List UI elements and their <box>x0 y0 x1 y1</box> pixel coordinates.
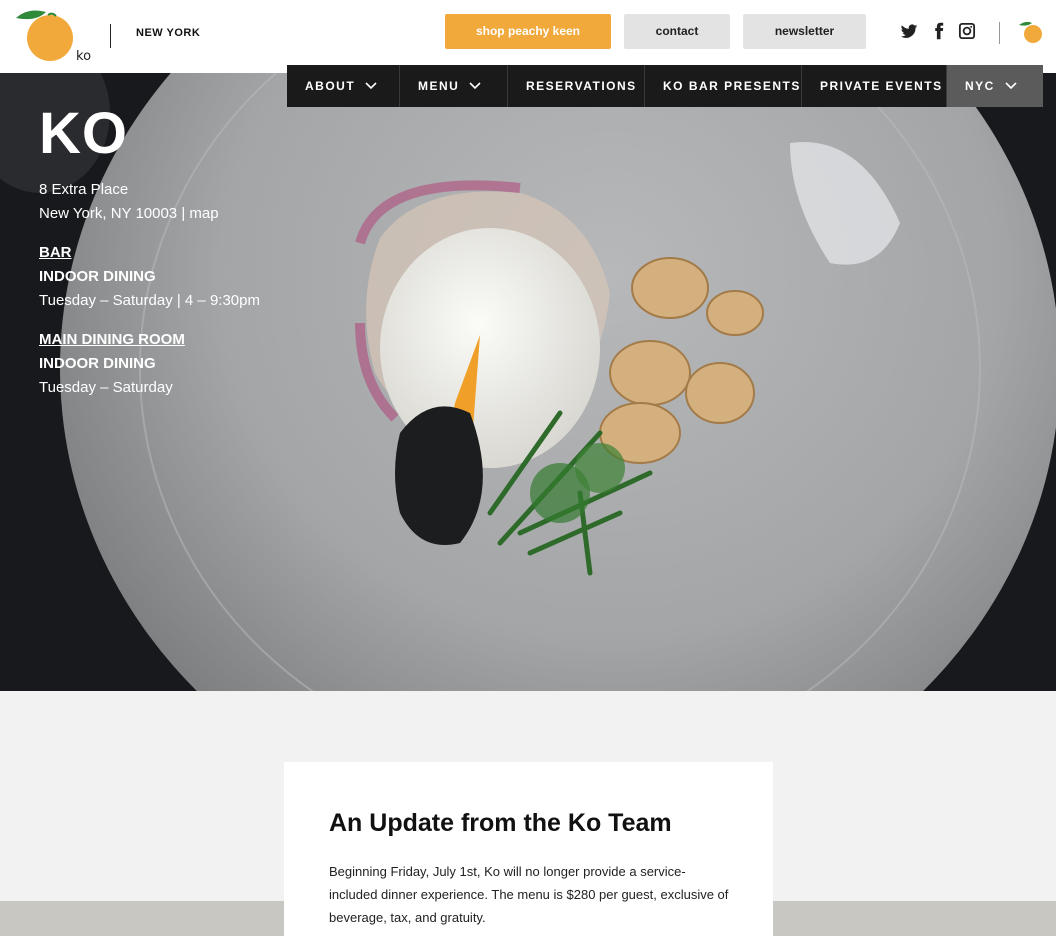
logo-text: ko <box>76 49 92 64</box>
main-nav: ABOUT MENU RESERVATIONS KO BAR PRESENTS … <box>287 65 1043 107</box>
contact-button[interactable]: contact <box>624 14 730 49</box>
nav-label: PRIVATE EVENTS <box>820 79 943 93</box>
address-line-1: 8 Extra Place <box>39 181 129 198</box>
bar-link[interactable]: BAR <box>39 244 72 261</box>
nav-item-reservations[interactable]: RESERVATIONS <box>508 65 645 107</box>
nav-label: ABOUT <box>305 79 356 93</box>
newsletter-button[interactable]: newsletter <box>743 14 866 49</box>
update-title: An Update from the Ko Team <box>329 809 672 837</box>
nav-label: MENU <box>418 79 460 93</box>
nav-label: NYC <box>965 79 995 93</box>
nav-item-menu[interactable]: MENU <box>400 65 508 107</box>
site-header: ko NEW YORK shop peachy keen contact new… <box>0 0 1056 73</box>
nav-label: RESERVATIONS <box>526 79 637 93</box>
main-dining-label: INDOOR DINING <box>39 355 156 372</box>
logo-divider <box>110 24 111 48</box>
peach-icon[interactable] <box>1018 20 1044 44</box>
nav-item-nyc[interactable]: NYC <box>947 65 1043 107</box>
nav-item-about[interactable]: ABOUT <box>287 65 400 107</box>
chevron-down-icon <box>469 82 481 90</box>
bar-hours: Tuesday – Saturday | 4 – 9:30pm <box>39 292 260 309</box>
chevron-down-icon <box>365 82 377 90</box>
nav-item-private-events[interactable]: PRIVATE EVENTS <box>802 65 947 107</box>
restaurant-title: KO <box>39 101 128 166</box>
shop-button[interactable]: shop peachy keen <box>445 14 611 49</box>
header-divider <box>999 22 1000 44</box>
nav-label: KO BAR PRESENTS <box>663 79 801 93</box>
twitter-icon[interactable] <box>900 22 918 40</box>
main-dining-room-link[interactable]: MAIN DINING ROOM <box>39 331 185 348</box>
instagram-icon[interactable] <box>958 22 976 40</box>
address-line-2[interactable]: New York, NY 10003 | map <box>39 205 219 222</box>
hero-section: KO 8 Extra Place New York, NY 10003 | ma… <box>0 73 1056 691</box>
update-body: Beginning Friday, July 1st, Ko will no l… <box>329 864 729 925</box>
bar-dining-label: INDOOR DINING <box>39 268 156 285</box>
facebook-icon[interactable] <box>930 22 948 40</box>
update-card: An Update from the Ko Team Beginning Fri… <box>284 762 773 936</box>
city-label: NEW YORK <box>136 27 201 39</box>
chevron-down-icon <box>1005 82 1017 90</box>
main-dining-hours: Tuesday – Saturday <box>39 379 173 396</box>
nav-item-ko-bar-presents[interactable]: KO BAR PRESENTS <box>645 65 802 107</box>
